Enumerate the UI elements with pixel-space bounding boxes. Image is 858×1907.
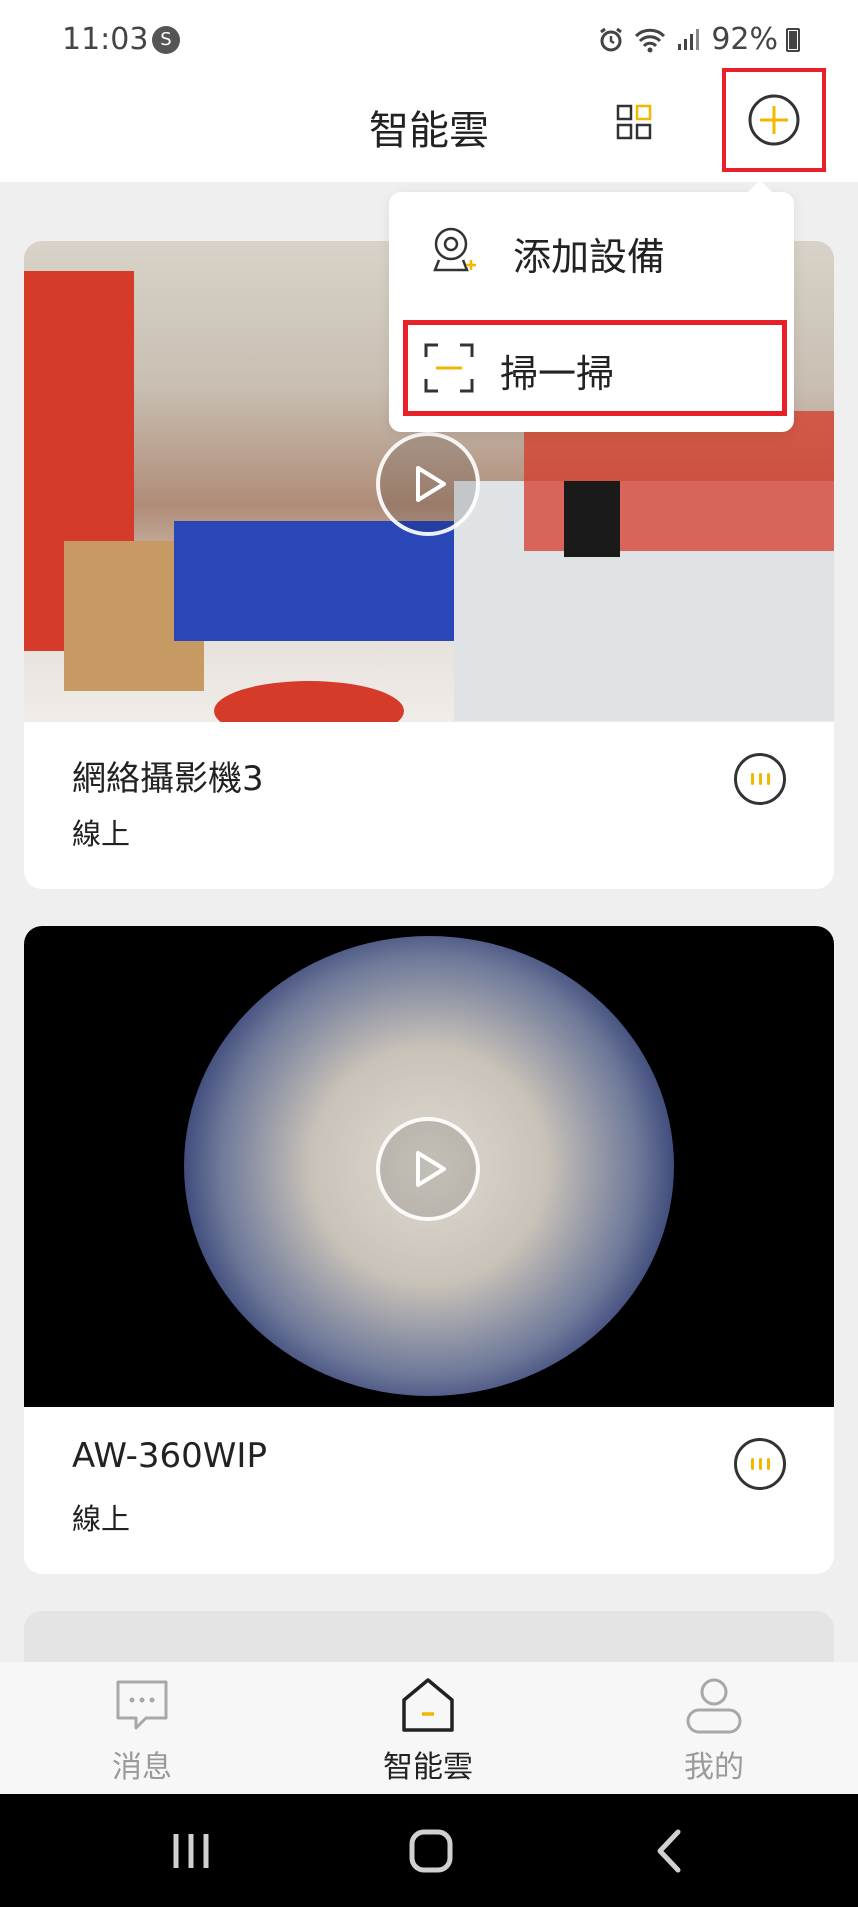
scan-icon xyxy=(424,343,474,393)
device-name: AW-360WIP xyxy=(72,1436,267,1476)
more-options-button[interactable] xyxy=(734,753,786,805)
battery-percent: 92% xyxy=(711,22,778,57)
nav-item-home[interactable]: 智能雲 xyxy=(348,1676,508,1786)
nav-label: 消息 xyxy=(112,1750,172,1785)
add-camera-icon xyxy=(433,227,476,272)
grid-view-icon[interactable] xyxy=(616,104,652,140)
shazam-icon: S xyxy=(152,26,180,54)
preview-stool xyxy=(214,681,404,722)
more-dot xyxy=(766,1458,770,1470)
nav-label: 我的 xyxy=(684,1750,744,1785)
nav-item-messages[interactable]: 消息 xyxy=(62,1676,222,1786)
more-options-button[interactable] xyxy=(734,1438,786,1490)
play-icon xyxy=(416,466,446,502)
menu-item-add-device[interactable]: 添加設備 xyxy=(403,204,779,300)
more-dot xyxy=(758,1458,762,1470)
system-nav-bar xyxy=(0,1794,858,1907)
app-header: 智能雲 xyxy=(0,68,858,182)
more-dot xyxy=(750,1458,754,1470)
device-card[interactable]: AW-360WIP 線上 xyxy=(24,926,834,1574)
home-icon xyxy=(402,1678,454,1732)
back-icon[interactable] xyxy=(644,1824,698,1878)
more-dot xyxy=(750,773,754,785)
camera-preview[interactable] xyxy=(24,926,834,1407)
play-button[interactable] xyxy=(376,1117,480,1221)
menu-item-scan[interactable]: 掃一掃 xyxy=(403,320,787,416)
preview-counter xyxy=(174,521,464,641)
status-time: 11:03 xyxy=(62,22,149,57)
nav-item-mine[interactable]: 我的 xyxy=(634,1676,794,1786)
menu-item-label: 添加設備 xyxy=(513,235,666,279)
message-icon xyxy=(116,1680,168,1730)
device-status: 線上 xyxy=(72,817,131,851)
home-button-icon[interactable] xyxy=(404,1824,458,1878)
menu-item-label: 掃一掃 xyxy=(500,352,615,396)
signal-icon xyxy=(678,28,700,50)
more-dot xyxy=(766,773,770,785)
more-dot xyxy=(758,773,762,785)
device-name: 網絡攝影機3 xyxy=(72,759,264,799)
preview-monitor xyxy=(564,481,620,557)
battery-icon xyxy=(786,27,800,52)
plus-circle-icon xyxy=(748,94,800,146)
wifi-icon xyxy=(635,28,666,52)
recent-apps-icon[interactable] xyxy=(164,1824,218,1878)
nav-label: 智能雲 xyxy=(383,1750,473,1785)
device-status: 線上 xyxy=(72,1502,131,1536)
alarm-icon xyxy=(600,27,623,51)
play-icon xyxy=(416,1151,446,1187)
add-dropdown-menu: 添加設備 掃一掃 xyxy=(389,180,794,432)
profile-icon xyxy=(686,1678,742,1734)
status-indicators: 92% xyxy=(597,22,800,57)
bottom-nav: 消息 智能雲 我的 xyxy=(0,1662,858,1794)
play-button[interactable] xyxy=(376,432,480,536)
add-button[interactable] xyxy=(722,68,826,172)
